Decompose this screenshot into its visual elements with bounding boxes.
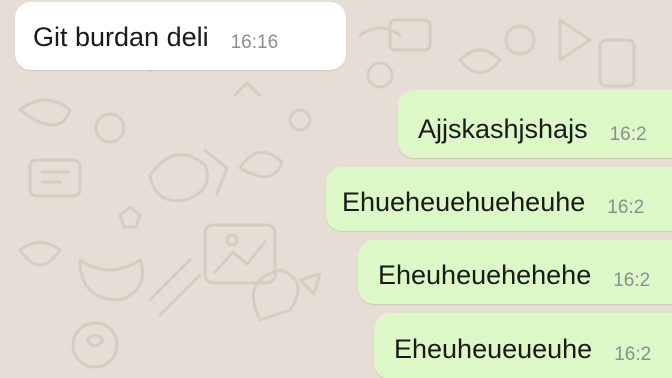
message-bubble-incoming[interactable]: Git burdan deli 16:16 [15, 2, 346, 70]
message-bubble-outgoing[interactable]: Eheuheuehehehe 16:2 [358, 240, 672, 304]
message-timestamp: 16:2 [614, 344, 652, 365]
message-timestamp: 16:2 [609, 124, 647, 145]
message-text: Ajjskashjshajs [418, 114, 588, 144]
chat-conversation[interactable]: Git burdan deli 16:16 Ajjskashjshajs 16:… [0, 0, 672, 378]
message-text: Eheuheuehehehe [378, 260, 592, 290]
message-text: Git burdan deli [33, 22, 209, 52]
message-timestamp: 16:16 [230, 32, 279, 53]
message-bubble-outgoing[interactable]: Ajjskashjshajs 16:2 [398, 90, 672, 158]
message-text: Eheuheueueuhe [394, 334, 593, 364]
message-timestamp: 16:2 [613, 270, 651, 291]
message-timestamp: 16:2 [607, 197, 645, 218]
message-bubble-outgoing[interactable]: Eheuheueueuhe 16:2 [374, 313, 672, 378]
message-bubble-outgoing[interactable]: Ehueheuehueheuhe 16:2 [326, 167, 672, 231]
message-text: Ehueheuehueheuhe [342, 187, 586, 217]
